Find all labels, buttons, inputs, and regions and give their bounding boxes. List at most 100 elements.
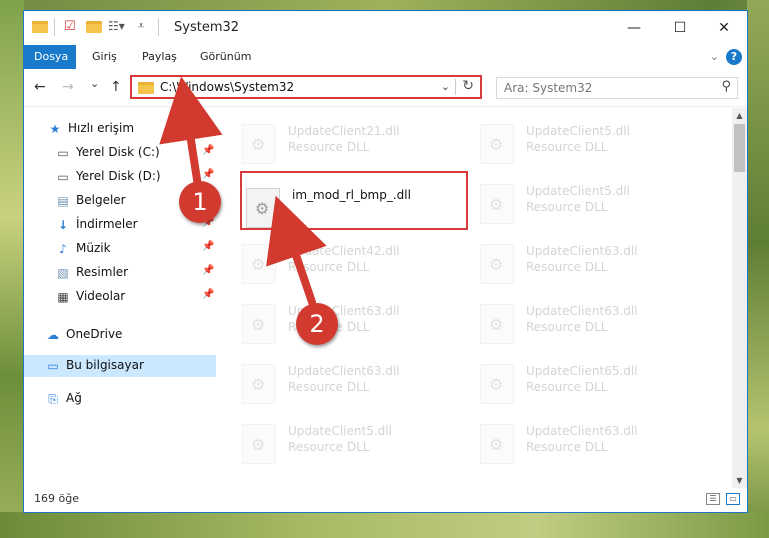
pin-icon[interactable]: 📌 [202,289,214,300]
dll-file-icon [480,244,514,284]
navigation-bar: ← → ⌄ ↑ C:\Windows\System32 ⌄ ↻ Ara: Sys… [24,69,747,107]
details-view-icon[interactable]: ☰ [706,493,720,505]
pin-icon[interactable]: 📌 [202,265,214,276]
file-item[interactable]: UpdateClient63.dll Resource DLL [480,418,710,468]
new-folder-icon[interactable] [86,21,102,33]
refresh-icon[interactable]: ↻ [462,78,474,94]
properties-icon[interactable]: ☑ [64,19,76,34]
scroll-up-icon[interactable]: ▲ [732,108,747,123]
file-type: Resource DLL [526,140,608,154]
expand-ribbon-icon[interactable]: ⌄ [710,50,719,63]
tab-home[interactable]: Giriş [82,45,127,69]
dll-file-icon [242,124,276,164]
video-icon: ▦ [57,290,69,304]
help-icon[interactable]: ? [726,49,742,65]
sidebar-item-network[interactable]: ⎘ Ağ [24,388,216,410]
dll-file-icon [242,364,276,404]
scroll-down-icon[interactable]: ▼ [732,473,747,488]
file-item[interactable]: UpdateClient5.dll Resource DLL [242,418,472,468]
sidebar-item-label: Müzik [76,241,111,255]
forward-button[interactable]: → [62,79,74,95]
pin-icon[interactable]: 📌 [202,145,214,156]
music-icon: ♪ [59,242,67,256]
sidebar-item-label: Hızlı erişim [68,121,135,135]
sidebar-item-quick-access[interactable]: ★ Hızlı erişim [24,118,216,140]
address-path: C:\Windows\System32 [160,80,295,94]
file-name: UpdateClient63.dll [288,364,400,378]
status-bar: 169 öğe ☰ ▭ [24,488,747,512]
vertical-scrollbar[interactable]: ▲ ▼ [732,108,747,488]
back-button[interactable]: ← [34,79,46,95]
file-item[interactable]: UpdateClient42.dll Resource DLL [242,238,472,288]
sidebar-item-label: Ağ [66,391,82,405]
sidebar-item-pictures[interactable]: ▧ Resimler 📌 [24,262,216,284]
drive-icon: ▭ [57,170,69,184]
search-input[interactable]: Ara: System32 ⚲ [496,77,738,99]
divider [455,79,456,95]
dll-file-icon [480,424,514,464]
tab-view[interactable]: Görünüm [190,45,261,69]
item-count: 169 öğe [34,492,79,505]
search-icon[interactable]: ⚲ [721,79,731,94]
network-icon: ⎘ [48,392,58,406]
file-item[interactable]: UpdateClient63.dll Resource DLL [480,238,710,288]
dll-file-icon [242,244,276,284]
file-type: Resource DLL [288,380,370,394]
sidebar-item-music[interactable]: ♪ Müzik 📌 [24,238,216,260]
dll-file-icon [480,304,514,344]
sidebar-item-this-pc[interactable]: ▭ Bu bilgisayar [24,355,216,377]
recent-locations-button[interactable]: ⌄ [90,77,99,90]
file-item[interactable]: UpdateClient21.dll Resource DLL [242,118,472,168]
file-name: UpdateClient63.dll [526,244,638,258]
file-name: UpdateClient63.dll [526,304,638,318]
tab-file[interactable]: Dosya [24,45,76,69]
file-type: Resource DLL [526,260,608,274]
cloud-icon: ☁ [47,328,59,342]
sidebar-item-label: Resimler [76,265,129,279]
file-item[interactable]: UpdateClient5.dll Resource DLL [480,178,710,228]
computer-icon: ▭ [47,359,59,373]
file-type: Resource DLL [526,200,608,214]
file-name: UpdateClient63.dll [526,424,638,438]
sidebar-item-label: Bu bilgisayar [66,358,144,372]
file-highlight-box [240,171,468,230]
step-2-badge: 2 [296,303,338,345]
window-title: System32 [174,20,240,35]
file-item[interactable]: UpdateClient63.dll Resource DLL [480,298,710,348]
file-name: UpdateClient5.dll [288,424,392,438]
file-item[interactable]: UpdateClient63.dll Resource DLL [242,298,472,348]
file-item[interactable]: UpdateClient65.dll Resource DLL [480,358,710,408]
pin-icon[interactable]: 📌 [202,241,214,252]
customize-toolbar-icon[interactable]: ⩡ [138,19,144,33]
download-icon: ↓ [57,218,69,232]
step-1-badge: 1 [179,181,221,223]
file-name: UpdateClient65.dll [526,364,638,378]
pin-icon[interactable]: 📌 [202,169,214,180]
close-button[interactable]: ✕ [701,11,747,45]
large-icons-view-icon[interactable]: ▭ [726,493,740,505]
address-bar[interactable]: C:\Windows\System32 ⌄ ↻ [130,75,482,99]
file-item[interactable]: UpdateClient5.dll Resource DLL [480,118,710,168]
drive-icon: ▭ [57,146,69,160]
file-type: Resource DLL [288,440,370,454]
sidebar-item-onedrive[interactable]: ☁ OneDrive [24,324,216,346]
sidebar-item-videos[interactable]: ▦ Videolar 📌 [24,286,216,308]
desktop-background-left [0,0,24,538]
up-button[interactable]: ↑ [110,79,122,95]
file-type: Resource DLL [288,140,370,154]
view-options-icon[interactable]: ☷▾ [108,19,125,33]
tab-share[interactable]: Paylaş [132,45,187,69]
address-dropdown-icon[interactable]: ⌄ [441,80,450,93]
scrollbar-thumb[interactable] [734,124,745,172]
dll-file-icon [242,424,276,464]
maximize-button[interactable]: ☐ [657,11,703,45]
file-name: UpdateClient5.dll [526,184,630,198]
minimize-button[interactable]: — [611,11,657,45]
pictures-icon: ▧ [57,266,69,280]
sidebar-item-disk-c[interactable]: ▭ Yerel Disk (C:) 📌 [24,142,216,164]
file-type: Resource DLL [288,260,370,274]
divider [158,18,159,36]
ribbon-tabs: Dosya Giriş Paylaş Görünüm ⌄ ? [24,45,747,69]
file-item[interactable]: UpdateClient63.dll Resource DLL [242,358,472,408]
desktop-background-right [747,0,769,538]
